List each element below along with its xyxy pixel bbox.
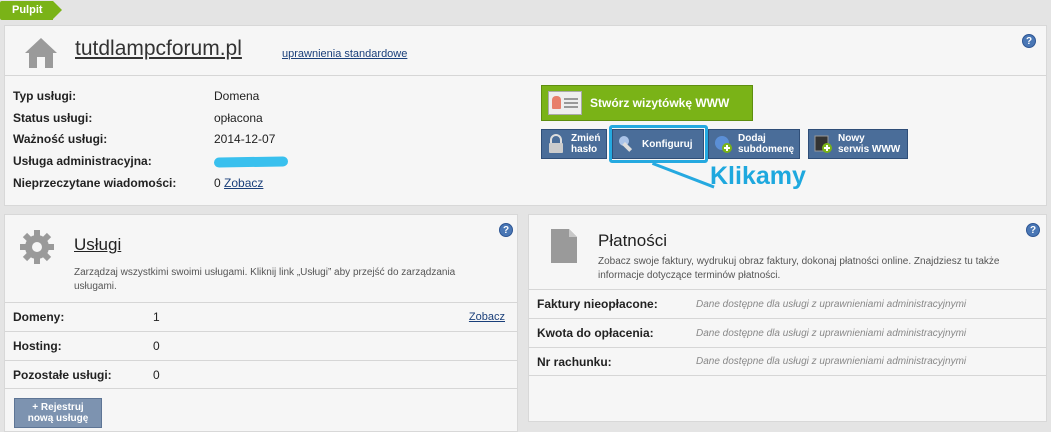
row-value: Dane dostępne dla usługi z uprawnieniami… bbox=[696, 356, 967, 367]
permission-link[interactable]: uprawnienia standardowe bbox=[282, 48, 407, 60]
help-icon[interactable]: ? bbox=[499, 223, 513, 237]
domain-title[interactable]: tutdlampcforum.pl bbox=[75, 37, 242, 61]
lock-icon bbox=[549, 134, 563, 153]
button-label: Stwórz wizytówkę WWW bbox=[590, 96, 730, 110]
plus-icon: + bbox=[32, 402, 41, 413]
row-value: Dane dostępne dla usługi z uprawnieniami… bbox=[696, 327, 967, 339]
admin-service-row: Usługa administracyjna: bbox=[13, 154, 289, 172]
service-summary-panel: tutdlampcforum.pl uprawnienia standardow… bbox=[4, 25, 1047, 206]
help-icon[interactable]: ? bbox=[1022, 34, 1036, 48]
info-label: Ważność usługi: bbox=[13, 132, 108, 146]
button-label: Dodaj subdomenę bbox=[738, 133, 795, 155]
row-value: 0 bbox=[153, 339, 160, 353]
button-label: Zmień hasło bbox=[571, 133, 601, 155]
payments-description: Zobacz swoje faktury, wydrukuj obraz fak… bbox=[598, 256, 1000, 281]
document-icon bbox=[551, 229, 577, 263]
info-value: Domena bbox=[214, 89, 260, 103]
divider bbox=[5, 75, 1046, 76]
new-website-icon bbox=[814, 135, 832, 153]
help-icon[interactable]: ? bbox=[1026, 223, 1040, 237]
payments-panel: Płatności ? Zobacz swoje faktury, wydruk… bbox=[528, 214, 1047, 422]
info-value: 2014-12-07 bbox=[214, 132, 276, 146]
change-password-button[interactable]: Zmień hasło bbox=[541, 129, 607, 159]
service-validity-row: Ważność usługi: 2014-12-07 bbox=[13, 132, 275, 150]
service-status-row: Status usługi: opłacona bbox=[13, 111, 263, 129]
info-value: opłacona bbox=[214, 111, 263, 125]
annotation-arrow bbox=[651, 162, 715, 189]
breadcrumb: Pulpit bbox=[0, 0, 62, 21]
breadcrumb-pulpit[interactable]: Pulpit bbox=[0, 1, 62, 20]
unread-count: 0 bbox=[214, 176, 221, 190]
button-label: Nowy serwis WWW bbox=[838, 133, 901, 155]
home-icon bbox=[25, 38, 57, 68]
payments-table: Faktury nieopłacone: Dane dostępne dla u… bbox=[529, 289, 1046, 376]
redacted-scribble bbox=[213, 156, 289, 168]
add-subdomain-button[interactable]: Dodaj subdomenę bbox=[708, 129, 800, 159]
row-label: Faktury nieopłacone: bbox=[537, 297, 658, 311]
table-row: Faktury nieopłacone: Dane dostępne dla u… bbox=[529, 289, 1046, 318]
payments-title: Płatności bbox=[598, 231, 667, 250]
row-label: Kwota do opłacenia: bbox=[537, 326, 654, 340]
info-label: Usługa administracyjna: bbox=[13, 154, 152, 168]
business-card-icon bbox=[548, 91, 582, 115]
table-row: Pozostałe usługi: 0 bbox=[5, 360, 517, 389]
row-value: Dane dostępne dla usługi z uprawnieniami… bbox=[696, 298, 967, 310]
gear-icon bbox=[20, 230, 54, 264]
table-row: Kwota do opłacenia: Dane dostępne dla us… bbox=[529, 318, 1046, 347]
register-new-service-button[interactable]: + Rejestruj nową usługę bbox=[14, 398, 102, 428]
create-www-card-button[interactable]: Stwórz wizytówkę WWW bbox=[541, 85, 753, 121]
info-value: 0 Zobacz bbox=[214, 176, 263, 194]
annotation-highlight bbox=[609, 125, 708, 163]
table-row: Nr rachunku: Dane dostępne dla usługi z … bbox=[529, 347, 1046, 376]
info-label: Status usługi: bbox=[13, 111, 93, 125]
services-title-link[interactable]: Usługi bbox=[74, 235, 121, 255]
table-row: Domeny: 1 Zobacz bbox=[5, 302, 517, 331]
annotation-label: Klikamy bbox=[710, 162, 806, 190]
view-domains-link[interactable]: Zobacz bbox=[469, 311, 505, 323]
info-label: Nieprzeczytane wiadomości: bbox=[13, 176, 177, 190]
row-label: Pozostałe usługi: bbox=[13, 367, 112, 382]
row-label: Nr rachunku: bbox=[537, 354, 612, 369]
row-value: 1 bbox=[153, 310, 160, 324]
service-type-row: Typ usługi: Domena bbox=[13, 89, 259, 107]
row-label: Domeny: bbox=[13, 310, 65, 324]
unread-messages-row: Nieprzeczytane wiadomości: 0 Zobacz bbox=[13, 176, 263, 194]
services-panel: Usługi ? Zarządzaj wszystkimi swoimi usł… bbox=[4, 214, 518, 432]
info-label: Typ usługi: bbox=[13, 89, 77, 103]
table-row: Hosting: 0 bbox=[5, 331, 517, 360]
row-label: Hosting: bbox=[13, 339, 62, 353]
new-www-service-button[interactable]: Nowy serwis WWW bbox=[808, 129, 908, 159]
view-messages-link[interactable]: Zobacz bbox=[224, 176, 263, 190]
add-subdomain-icon bbox=[715, 136, 732, 153]
services-table: Domeny: 1 Zobacz Hosting: 0 Pozostałe us… bbox=[5, 302, 517, 389]
row-value: 0 bbox=[153, 367, 160, 382]
services-description: Zarządzaj wszystkimi swoimi usługami. Kl… bbox=[74, 267, 456, 292]
